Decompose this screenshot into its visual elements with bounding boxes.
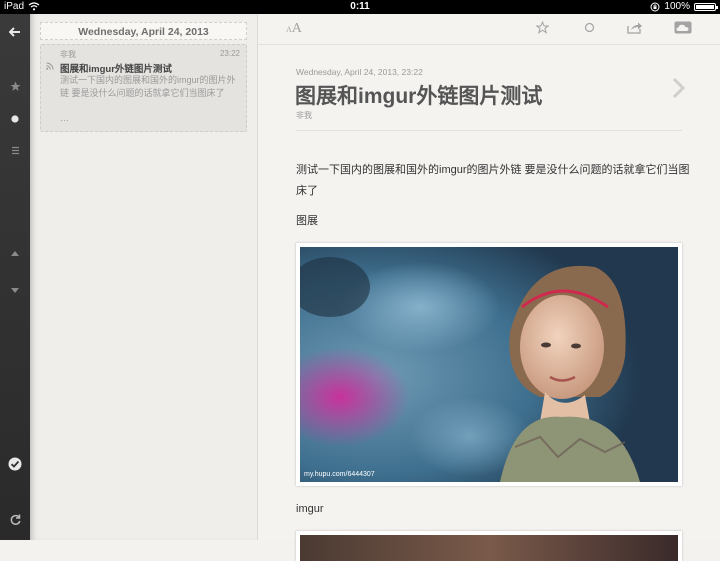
item-title: 图展和imgur外链图片测试 xyxy=(60,64,172,75)
status-bar: iPad 0:11 100% xyxy=(0,0,720,14)
article-title: 图展和imgur外链图片测试 xyxy=(295,85,543,108)
cloud-icon[interactable] xyxy=(674,21,692,37)
next-article-chevron-icon[interactable] xyxy=(664,74,692,102)
battery-icon xyxy=(694,2,718,11)
item-excerpt: 测试一下国内的图展和国外的imgur的图片外链 要是没什么问题的话就拿它们当图床… xyxy=(60,75,236,98)
orientation-lock-icon xyxy=(650,2,660,11)
list-item[interactable]: 非我 23:22 图展和imgur外链图片测试 测试一下国内的图展和国外的img… xyxy=(40,44,247,132)
reader-pane: AA Wednesday, April 24, 2013, 23:22 图展和i… xyxy=(258,14,720,561)
article-list: Wednesday, April 24, 2013 非我 23:22 图展和im… xyxy=(30,14,258,540)
article-author: 非我 xyxy=(296,111,312,120)
list-icon[interactable] xyxy=(0,144,30,158)
photo-image xyxy=(300,247,678,482)
divider xyxy=(296,130,682,131)
photo-caption: my.hupu.com/6444307 xyxy=(304,471,375,478)
star-icon[interactable] xyxy=(0,81,30,95)
item-time: 23:22 xyxy=(219,49,240,58)
item-ellipsis: … xyxy=(60,113,69,123)
section-label: 图展 xyxy=(296,215,318,227)
circle-icon[interactable] xyxy=(584,21,595,36)
clock: 0:11 xyxy=(350,1,370,12)
back-arrow-icon[interactable] xyxy=(0,26,30,40)
font-size-icon[interactable]: AA xyxy=(286,20,302,37)
star-icon[interactable] xyxy=(535,20,550,37)
reader-toolbar: AA xyxy=(258,14,720,45)
refresh-icon[interactable] xyxy=(0,513,30,529)
down-arrow-icon[interactable] xyxy=(0,284,30,298)
date-header: Wednesday, April 24, 2013 xyxy=(40,22,247,40)
share-icon[interactable] xyxy=(627,21,643,37)
article-photo-2 xyxy=(296,531,682,561)
mark-read-check-icon[interactable] xyxy=(0,457,30,474)
feed-name: 非我 xyxy=(60,50,76,59)
unread-dot-icon[interactable] xyxy=(0,113,30,127)
rss-icon xyxy=(46,62,54,70)
article-photo: my.hupu.com/6444307 xyxy=(296,243,682,486)
sidebar xyxy=(0,14,31,540)
up-arrow-icon[interactable] xyxy=(0,246,30,260)
section-label: imgur xyxy=(296,503,324,515)
battery-percent: 100% xyxy=(664,1,690,12)
article-date: Wednesday, April 24, 2013, 23:22 xyxy=(296,67,423,77)
article-body: 测试一下国内的图展和国外的imgur的图片外链 要是没什么问题的话就拿它们当图床… xyxy=(296,164,690,197)
